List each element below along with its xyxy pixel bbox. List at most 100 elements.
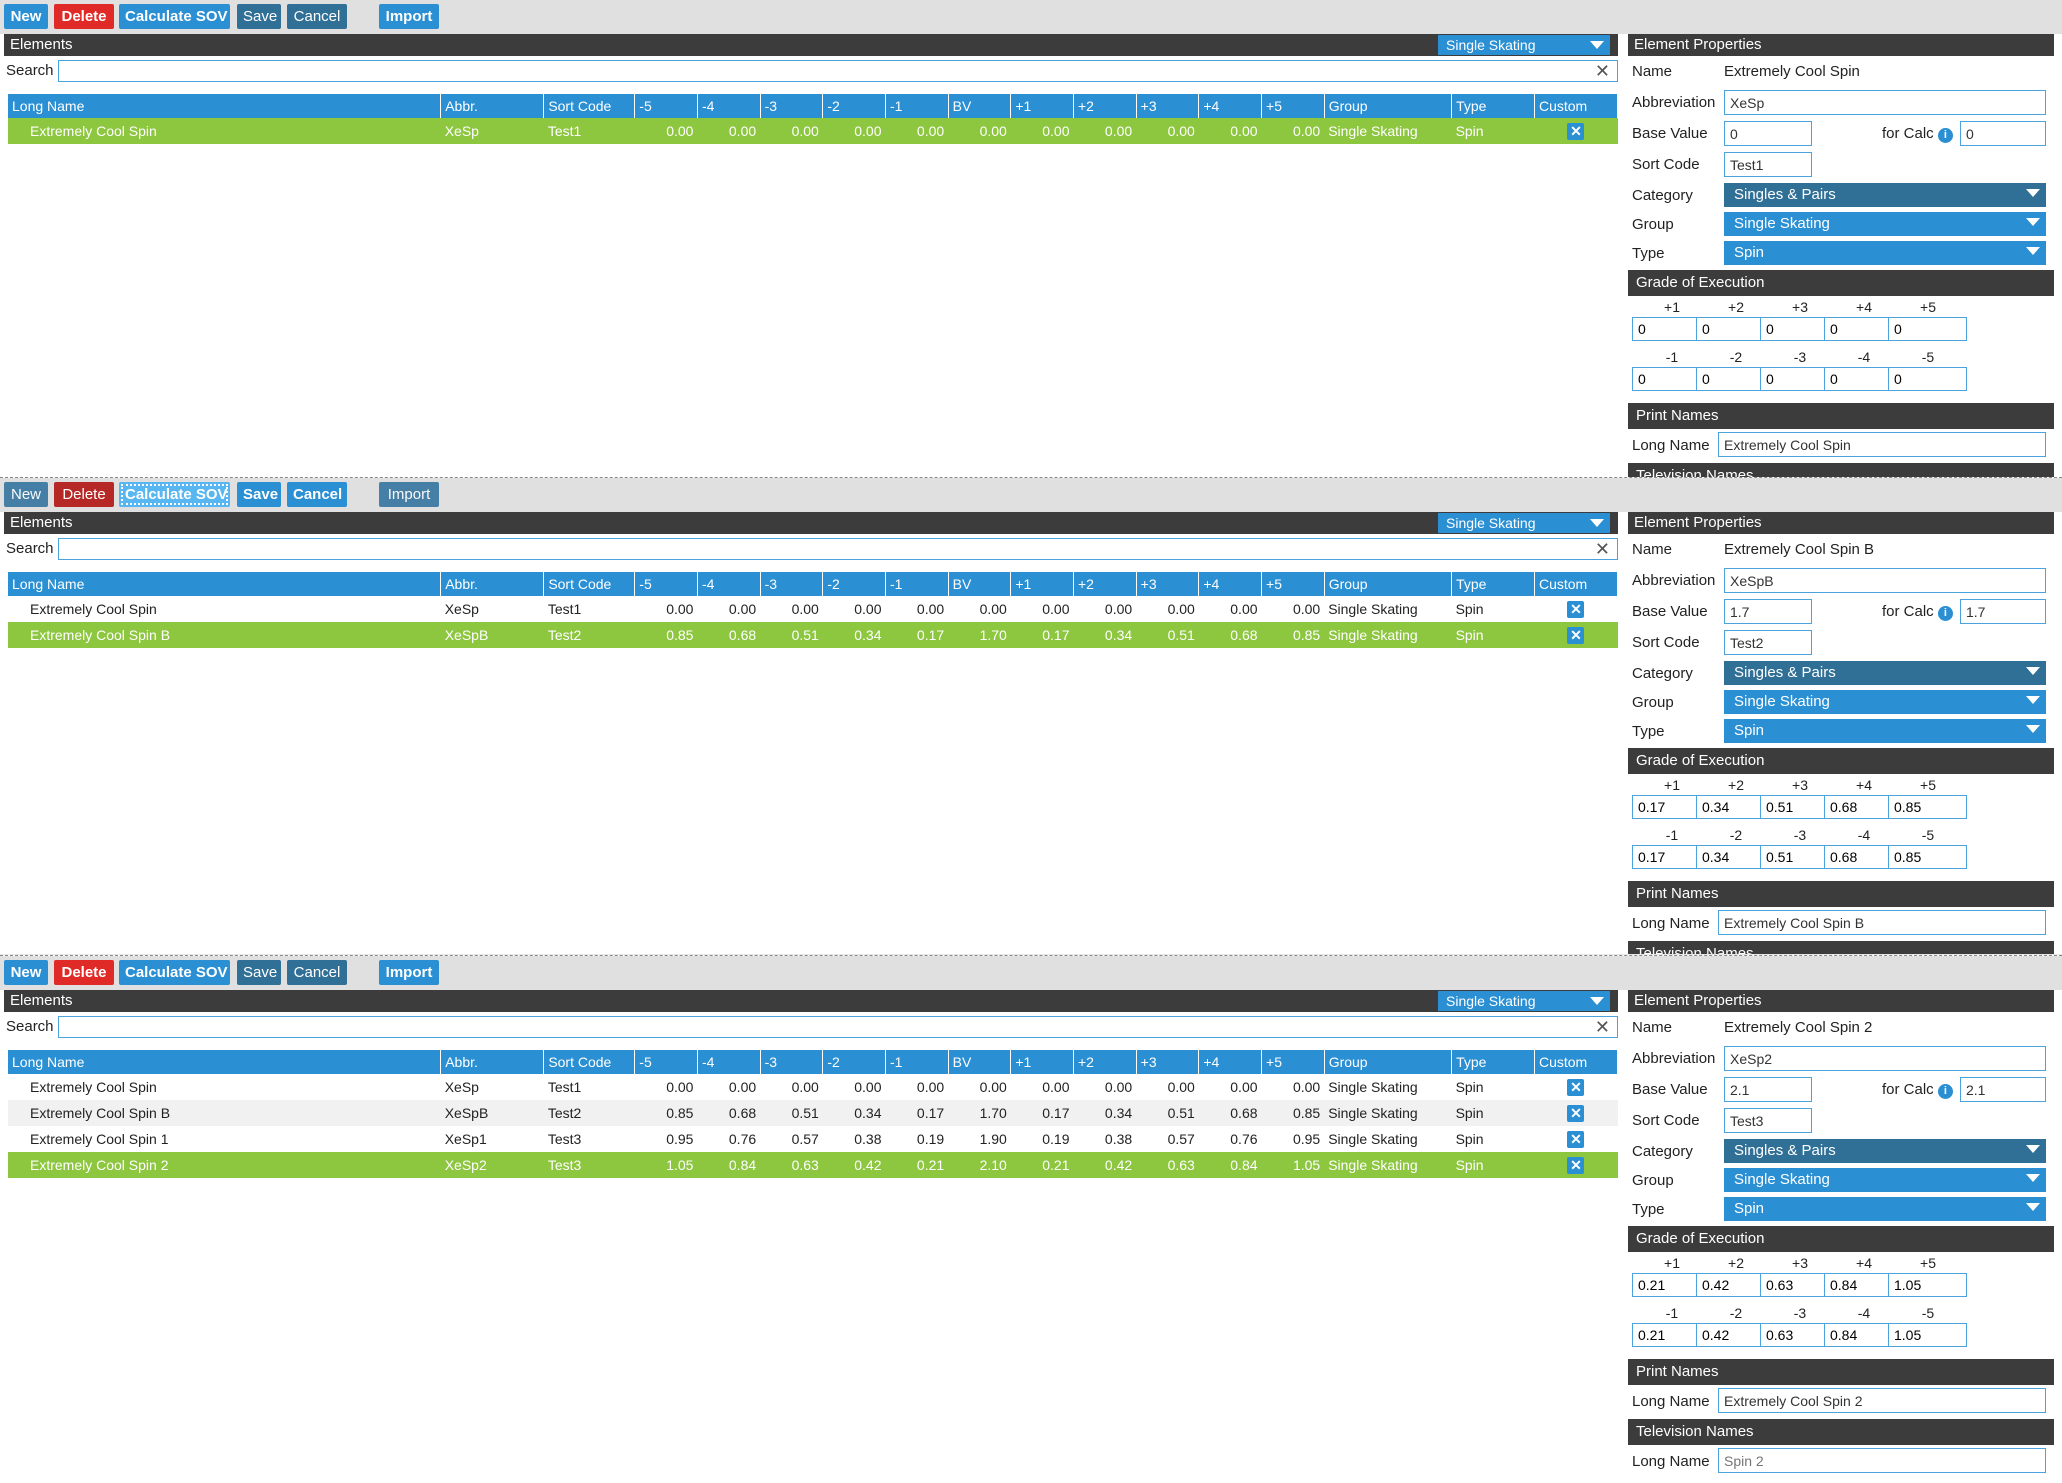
import-button[interactable]: Import [379,960,439,985]
abbreviation-field[interactable] [1724,90,2046,115]
goe-minus-field[interactable] [1888,367,1967,391]
column-header[interactable]: Custom [1534,1050,1619,1074]
column-header[interactable]: -2 [822,1050,886,1074]
column-header[interactable]: BV [948,572,1012,596]
save-button[interactable]: Save [237,482,281,507]
column-header[interactable]: Sort Code [543,94,636,118]
abbreviation-field[interactable] [1724,568,2046,593]
column-header[interactable]: -5 [634,572,698,596]
column-header[interactable]: Abbr. [440,1050,545,1074]
custom-checkbox-icon[interactable]: ✕ [1567,1078,1585,1096]
column-header[interactable]: +4 [1198,572,1263,596]
column-header[interactable]: Type [1451,572,1535,596]
column-header[interactable]: Long Name [8,1050,442,1074]
column-header[interactable]: +5 [1261,1050,1325,1074]
sort-code-field[interactable] [1724,1108,1812,1133]
discipline-dropdown[interactable]: Single Skating [1438,513,1610,533]
column-header[interactable]: -3 [760,1050,824,1074]
category-select[interactable]: Singles & Pairs [1724,661,2046,685]
delete-button[interactable]: Delete [54,482,114,507]
table-row[interactable]: Extremely Cool Spin B XeSpB Test2 0.85 0.68 0… [8,622,1618,648]
table-row[interactable]: Extremely Cool Spin 1 XeSp1 Test3 0.95 0.76 0… [8,1126,1618,1152]
tv-long-name-field[interactable] [1718,1448,2046,1473]
clear-search-icon[interactable]: ✕ [1595,1017,1610,1038]
column-header[interactable]: -3 [760,572,824,596]
info-icon[interactable]: i [1937,128,1953,143]
custom-checkbox-icon[interactable]: ✕ [1567,1130,1585,1148]
column-header[interactable]: Abbr. [440,572,545,596]
abbreviation-field[interactable] [1724,1046,2046,1071]
base-value-field[interactable] [1724,599,1812,624]
goe-plus-field[interactable] [1888,317,1967,341]
column-header[interactable]: -3 [760,94,824,118]
custom-checkbox-icon[interactable]: ✕ [1567,122,1585,140]
new-button[interactable]: New [4,4,48,29]
column-header[interactable]: +1 [1010,1050,1074,1074]
discipline-dropdown[interactable]: Single Skating [1438,35,1610,55]
column-header[interactable]: BV [948,94,1012,118]
column-header[interactable]: +5 [1261,94,1325,118]
for-calc-field[interactable] [1960,121,2046,146]
clear-search-icon[interactable]: ✕ [1595,539,1610,560]
column-header[interactable]: Group [1324,572,1453,596]
column-header[interactable]: +4 [1198,94,1263,118]
import-button[interactable]: Import [379,482,439,507]
column-header[interactable]: -2 [822,572,886,596]
column-header[interactable]: BV [948,1050,1012,1074]
column-header[interactable]: Sort Code [543,572,636,596]
for-calc-field[interactable] [1960,599,2046,624]
print-long-name-field[interactable] [1718,1388,2046,1413]
column-header[interactable]: Long Name [8,572,442,596]
column-header[interactable]: +1 [1010,572,1074,596]
base-value-field[interactable] [1724,121,1812,146]
column-header[interactable]: -4 [697,94,761,118]
print-long-name-field[interactable] [1718,432,2046,457]
custom-checkbox-icon[interactable]: ✕ [1567,600,1585,618]
column-header[interactable]: Custom [1534,94,1619,118]
column-header[interactable]: Long Name [8,94,442,118]
print-long-name-field[interactable] [1718,910,2046,935]
group-select[interactable]: Single Skating [1724,1168,2046,1192]
new-button[interactable]: New [4,960,48,985]
column-header[interactable]: +3 [1136,1050,1200,1074]
column-header[interactable]: +2 [1073,572,1137,596]
goe-plus-field[interactable] [1888,1273,1967,1297]
save-button[interactable]: Save [237,4,281,29]
import-button[interactable]: Import [379,4,439,29]
column-header[interactable]: Abbr. [440,94,545,118]
sort-code-field[interactable] [1724,630,1812,655]
custom-checkbox-icon[interactable]: ✕ [1567,1156,1585,1174]
column-header[interactable]: -1 [885,94,949,118]
goe-minus-field[interactable] [1888,1323,1967,1347]
search-input[interactable] [58,1016,1618,1038]
column-header[interactable]: -4 [697,572,761,596]
delete-button[interactable]: Delete [54,4,114,29]
column-header[interactable]: -1 [885,572,949,596]
column-header[interactable]: +5 [1261,572,1325,596]
column-header[interactable]: +1 [1010,94,1074,118]
column-header[interactable]: Group [1324,1050,1453,1074]
calculate-sov-button[interactable]: Calculate SOV [119,482,230,507]
info-icon[interactable]: i [1937,1084,1953,1099]
cancel-button[interactable]: Cancel [287,482,347,507]
custom-checkbox-icon[interactable]: ✕ [1567,626,1585,644]
category-select[interactable]: Singles & Pairs [1724,1139,2046,1163]
category-select[interactable]: Singles & Pairs [1724,183,2046,207]
base-value-field[interactable] [1724,1077,1812,1102]
discipline-dropdown[interactable]: Single Skating [1438,991,1610,1011]
save-button[interactable]: Save [237,960,281,985]
column-header[interactable]: Group [1324,94,1453,118]
for-calc-field[interactable] [1960,1077,2046,1102]
delete-button[interactable]: Delete [54,960,114,985]
goe-plus-field[interactable] [1888,795,1967,819]
table-row[interactable]: Extremely Cool Spin XeSp Test1 0.00 0.00 0.00… [8,596,1618,622]
column-header[interactable]: -1 [885,1050,949,1074]
new-button[interactable]: New [4,482,48,507]
sort-code-field[interactable] [1724,152,1812,177]
column-header[interactable]: Sort Code [543,1050,636,1074]
column-header[interactable]: -5 [634,94,698,118]
column-header[interactable]: Type [1451,1050,1535,1074]
cancel-button[interactable]: Cancel [287,4,347,29]
table-row[interactable]: Extremely Cool Spin XeSp Test1 0.00 0.00 0.00… [8,118,1618,144]
calculate-sov-button[interactable]: Calculate SOV [119,960,230,985]
